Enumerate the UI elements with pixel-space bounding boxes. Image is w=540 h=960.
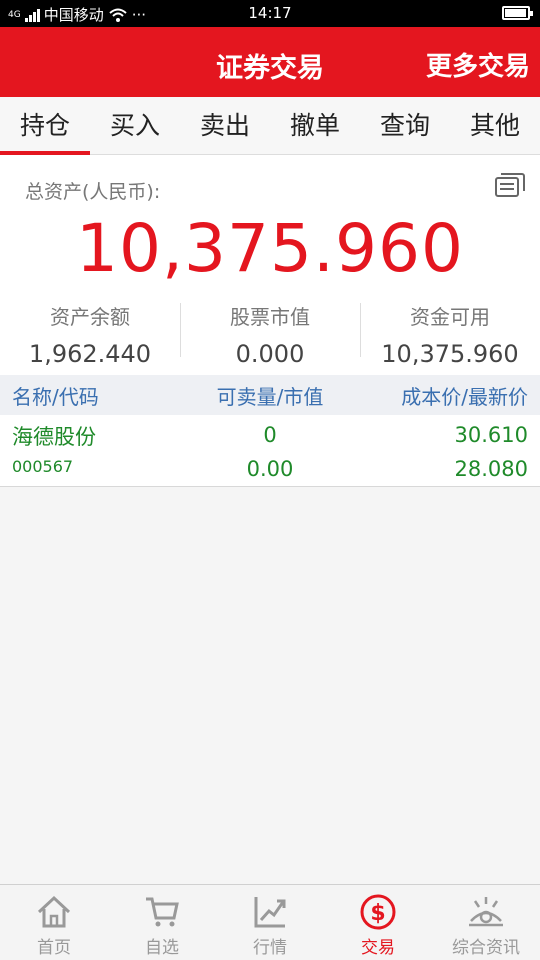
- trade-tabs: 持仓 买入 卖出 撤单 查询 其他: [0, 97, 540, 155]
- metric-value: 10,375.960: [381, 340, 519, 368]
- tab-buy[interactable]: 买入: [90, 97, 180, 154]
- asset-metrics: 资产余额 1,962.440 股票市值 0.000 资金可用 10,375.96…: [0, 295, 540, 370]
- cart-icon: [146, 897, 179, 927]
- metric-label: 股票市值: [230, 305, 310, 329]
- status-time: 14:17: [248, 4, 292, 22]
- nav-market[interactable]: 行情: [216, 885, 324, 960]
- home-icon: [37, 895, 71, 928]
- metric-label: 资金可用: [410, 305, 490, 329]
- more-trading-button[interactable]: 更多交易: [426, 46, 530, 83]
- svg-text:$: $: [370, 901, 385, 926]
- cost-price: 30.610: [454, 423, 528, 447]
- nav-label: 自选: [145, 938, 179, 958]
- bank-card-icon[interactable]: [494, 169, 526, 201]
- nav-label: 综合资讯: [452, 938, 520, 958]
- metric-value: 1,962.440: [28, 340, 152, 368]
- metric-asset-balance: 资产余额 1,962.440: [0, 295, 180, 370]
- latest-price: 28.080: [454, 457, 528, 481]
- eye-radiant-icon: [469, 897, 503, 927]
- holdings-table-header: 名称/代码 可卖量/市值 成本价/最新价: [0, 375, 540, 415]
- empty-list-area: [0, 488, 540, 884]
- total-assets-value: 10,375.960: [76, 210, 464, 287]
- status-bar: 4G 中国移动 ··· 14:17: [0, 0, 540, 27]
- total-assets-label: 总资产(人民币):: [25, 181, 161, 203]
- battery-icon: [502, 6, 533, 20]
- nav-trade[interactable]: $ 交易: [324, 885, 432, 960]
- nav-label: 首页: [37, 938, 71, 958]
- tab-query[interactable]: 查询: [360, 97, 450, 154]
- nav-label: 行情: [253, 938, 287, 958]
- metric-label: 资产余额: [50, 305, 130, 329]
- metric-value: 0.000: [235, 340, 305, 368]
- title-bar: 证券交易 更多交易: [0, 27, 540, 97]
- nav-news[interactable]: 综合资讯: [432, 885, 540, 960]
- assets-summary: 总资产(人民币): 10,375.960 资产余额 1,962.440 股票市值…: [0, 155, 540, 375]
- dollar-circle-icon: $: [360, 894, 396, 930]
- trend-chart-icon: [254, 897, 286, 928]
- tab-sell[interactable]: 卖出: [180, 97, 270, 154]
- tab-cancel-order[interactable]: 撤单: [270, 97, 360, 154]
- metric-available-funds: 资金可用 10,375.960: [360, 295, 540, 370]
- nav-label: 交易: [361, 938, 395, 958]
- metric-stock-market-value: 股票市值 0.000: [180, 295, 360, 370]
- bottom-nav: 首页 自选 行情 $ 交易 综合资讯: [0, 884, 540, 960]
- table-row[interactable]: 海德股份 000567 0 0.00 30.610 28.080: [0, 415, 540, 487]
- nav-watchlist[interactable]: 自选: [108, 885, 216, 960]
- battery-level: [505, 9, 526, 17]
- tab-other[interactable]: 其他: [450, 97, 540, 154]
- nav-home[interactable]: 首页: [0, 885, 108, 960]
- column-header-cost-latest: 成本价/最新价: [401, 384, 528, 409]
- tab-holdings[interactable]: 持仓: [0, 97, 90, 155]
